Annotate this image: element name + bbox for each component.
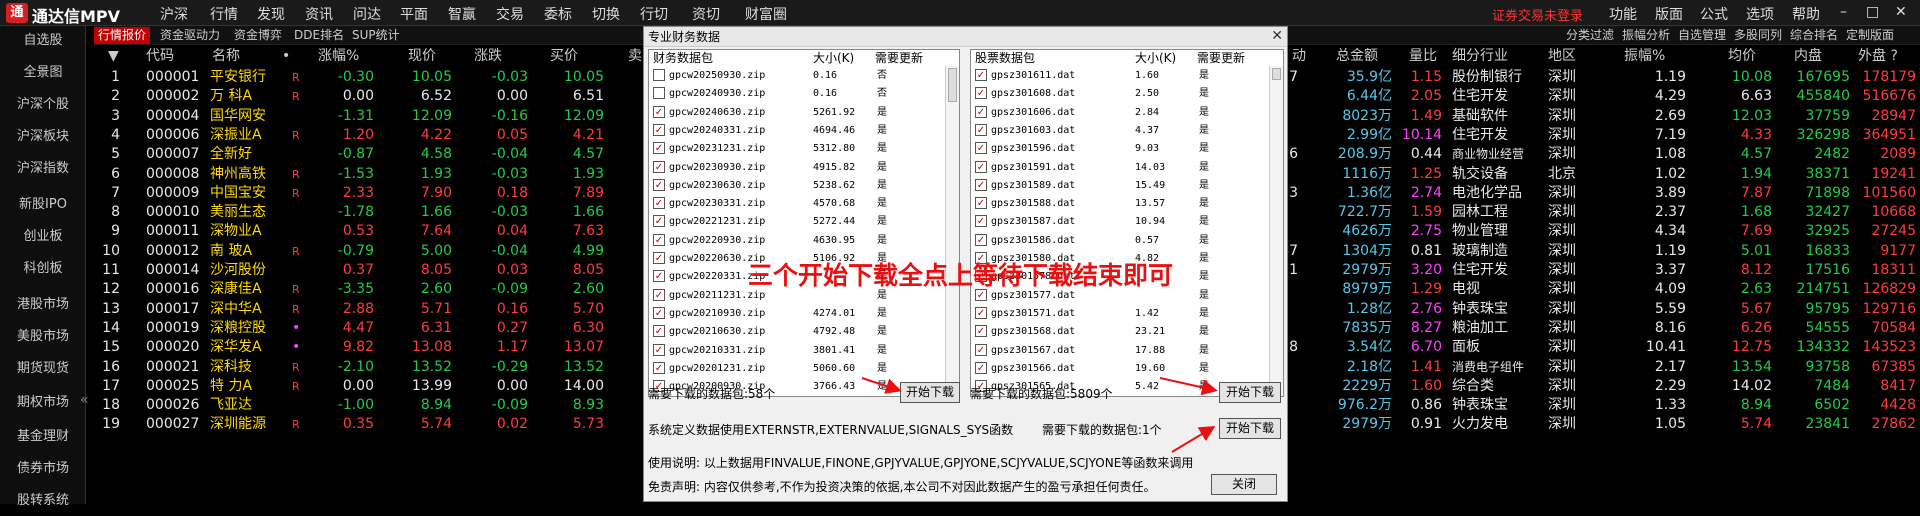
arrow-icon	[861, 377, 902, 394]
annotation-arrows	[861, 377, 1218, 453]
arrow-icon	[1159, 377, 1218, 396]
arrow-icon	[1171, 425, 1216, 453]
